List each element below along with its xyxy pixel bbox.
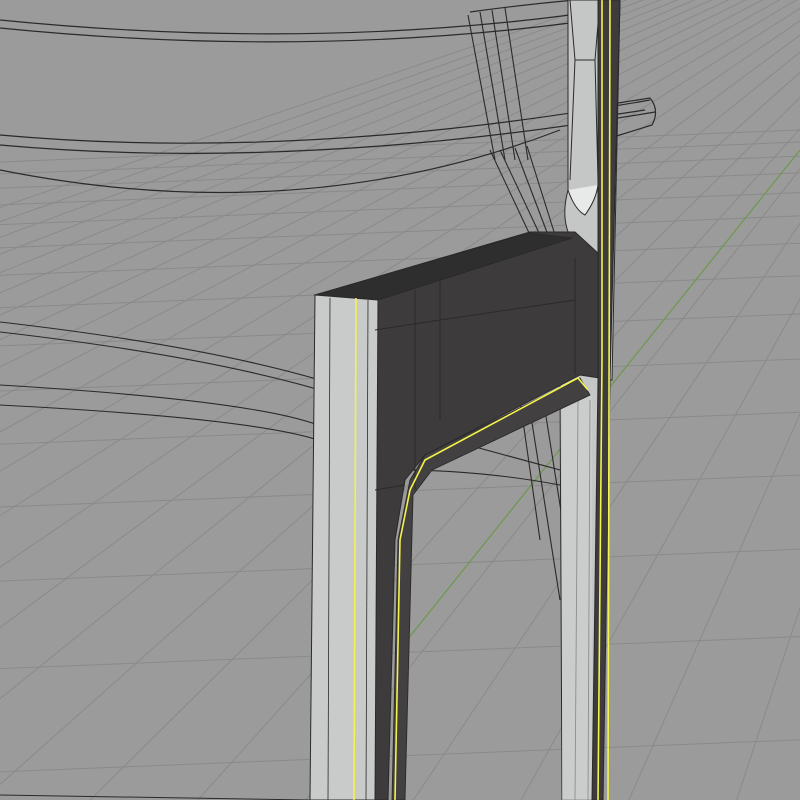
viewport-canvas[interactable] [0,0,800,800]
3d-viewport[interactable] [0,0,800,800]
